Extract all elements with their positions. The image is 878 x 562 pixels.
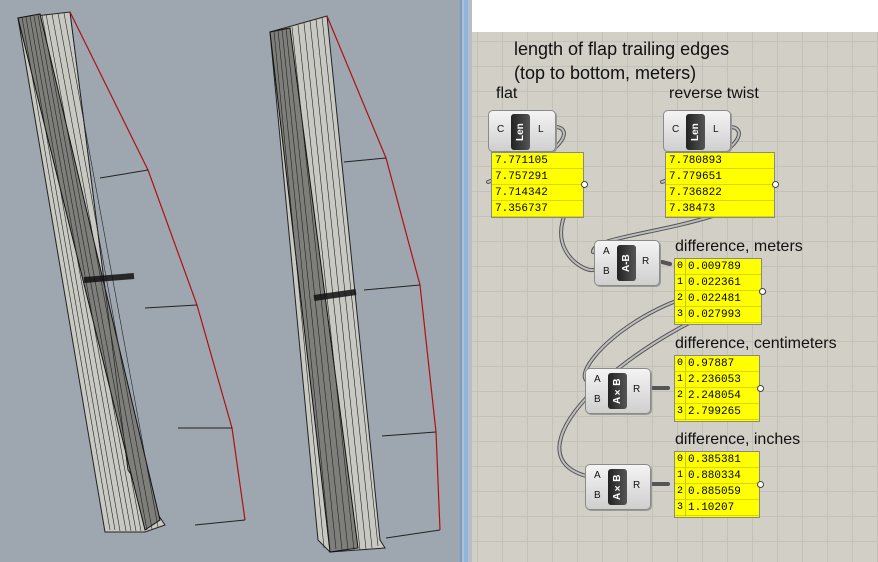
len-input-c[interactable]: C [497,124,504,136]
row-value: 0.009789 [688,261,741,273]
panel-row: 7.736822 [666,185,774,201]
panel-output-grip[interactable] [581,181,588,188]
row-index: 0 [675,452,686,468]
panel-row: 7.356737 [492,201,583,217]
len-input-c[interactable]: C [672,124,679,136]
panel-difference-inches[interactable]: 0 0.385381 1 0.880334 2 0.885059 3 1.10207 [674,451,760,518]
multiply-inches-component[interactable]: A B A×B R [585,464,651,510]
subtraction-component[interactable]: A B A-B R [594,240,660,286]
row-index: 2 [675,388,686,404]
annotation-title-line2: (top to bottom, meters) [514,63,697,83]
wire-sub-to-panel [660,260,672,266]
label-difference-centimeters: difference, centimeters [675,335,837,352]
panel-row: 2 2.248054 [675,388,759,404]
mul-input-a[interactable]: A [594,374,601,386]
panel-row: 7.38473 [666,201,774,217]
panel-row: 1 0.022361 [675,275,761,291]
sub-input-b[interactable]: B [603,266,610,278]
row-value: 0.022361 [688,277,741,289]
row-value: 2.248054 [688,390,741,402]
label-flat: flat [496,85,518,102]
panel-row: 7.771105 [492,153,583,169]
wing-right-twisted [269,15,441,553]
wing-left-flat [17,11,246,533]
mul-input-b[interactable]: B [594,394,601,406]
rhino-viewport[interactable] [0,0,460,562]
row-value: 2.236053 [688,374,741,386]
len-component-flat[interactable]: C Len L [488,110,556,152]
panel-row: 3 1.10207 [675,500,759,516]
row-index: 1 [675,468,686,484]
row-value: 0.97887 [688,358,735,370]
panel-output-grip[interactable] [759,288,766,295]
panel-output-grip[interactable] [757,481,764,488]
row-index: 1 [675,372,686,388]
panel-reverse-twist-lengths[interactable]: 7.780893 7.779651 7.736822 7.38473 [665,152,775,218]
panel-flat-lengths[interactable]: 7.771105 7.757291 7.714342 7.356737 [491,152,584,218]
mul-core-label: A×B [608,373,627,409]
panel-row: 1 2.236053 [675,372,759,388]
panel-output-grip[interactable] [772,181,779,188]
label-difference-meters: difference, meters [675,238,803,255]
label-difference-inches: difference, inches [675,431,801,448]
len-core-label: Len [686,114,705,150]
row-value: 2.799265 [688,406,741,418]
row-index: 3 [675,500,686,516]
canvas-header-blank [472,0,878,32]
panel-row: 7.757291 [492,169,583,185]
row-index: 3 [675,404,686,420]
row-index: 0 [675,259,686,275]
sub-output-r[interactable]: R [642,256,649,268]
len-core-label: Len [511,114,530,150]
multiply-cm-component[interactable]: A B A×B R [585,368,651,414]
sub-core-label: A-B [617,245,636,281]
viewport-splitter[interactable] [460,0,472,562]
panel-row: 2 0.885059 [675,484,759,500]
row-index: 2 [675,484,686,500]
row-value: 0.022481 [688,293,741,305]
panel-difference-meters[interactable]: 0 0.009789 1 0.022361 2 0.022481 3 0.027993 [674,258,762,325]
mul-input-b[interactable]: B [594,490,601,502]
row-value: 1.10207 [688,502,735,514]
panel-row: 3 0.027993 [675,307,761,323]
label-reverse-twist: reverse twist [669,85,759,102]
panel-row: 7.780893 [666,153,774,169]
len-output-l[interactable]: L [538,124,544,136]
row-value: 0.885059 [688,486,741,498]
annotation-title-line1: length of flap trailing edges [514,39,730,59]
mul-output-r[interactable]: R [633,384,640,396]
row-index: 2 [675,291,686,307]
panel-row: 0 0.385381 [675,452,759,468]
mul-output-r[interactable]: R [633,480,640,492]
wing-wireframes [17,11,441,553]
splitter-grip[interactable] [464,0,468,562]
row-index: 3 [675,307,686,323]
panel-row: 3 2.799265 [675,404,759,420]
panel-row: 1 0.880334 [675,468,759,484]
len-output-l[interactable]: L [713,124,719,136]
len-component-reverse-twist[interactable]: C Len L [663,110,731,152]
mul-core-label: A×B [608,469,627,505]
panel-row: 2 0.022481 [675,291,761,307]
panel-row: 7.779651 [666,169,774,185]
panel-row: 7.714342 [492,185,583,201]
row-index: 0 [675,356,686,372]
sub-input-a[interactable]: A [603,246,610,258]
row-value: 0.027993 [688,309,741,321]
panel-output-grip[interactable] [757,385,764,392]
panel-row: 0 0.009789 [675,259,761,275]
mul-input-a[interactable]: A [594,470,601,482]
row-value: 0.385381 [688,454,741,466]
row-index: 1 [675,275,686,291]
panel-row: 0 0.97887 [675,356,759,372]
panel-difference-centimeters[interactable]: 0 0.97887 1 2.236053 2 2.248054 3 2.799265 [674,355,760,422]
row-value: 0.880334 [688,470,741,482]
